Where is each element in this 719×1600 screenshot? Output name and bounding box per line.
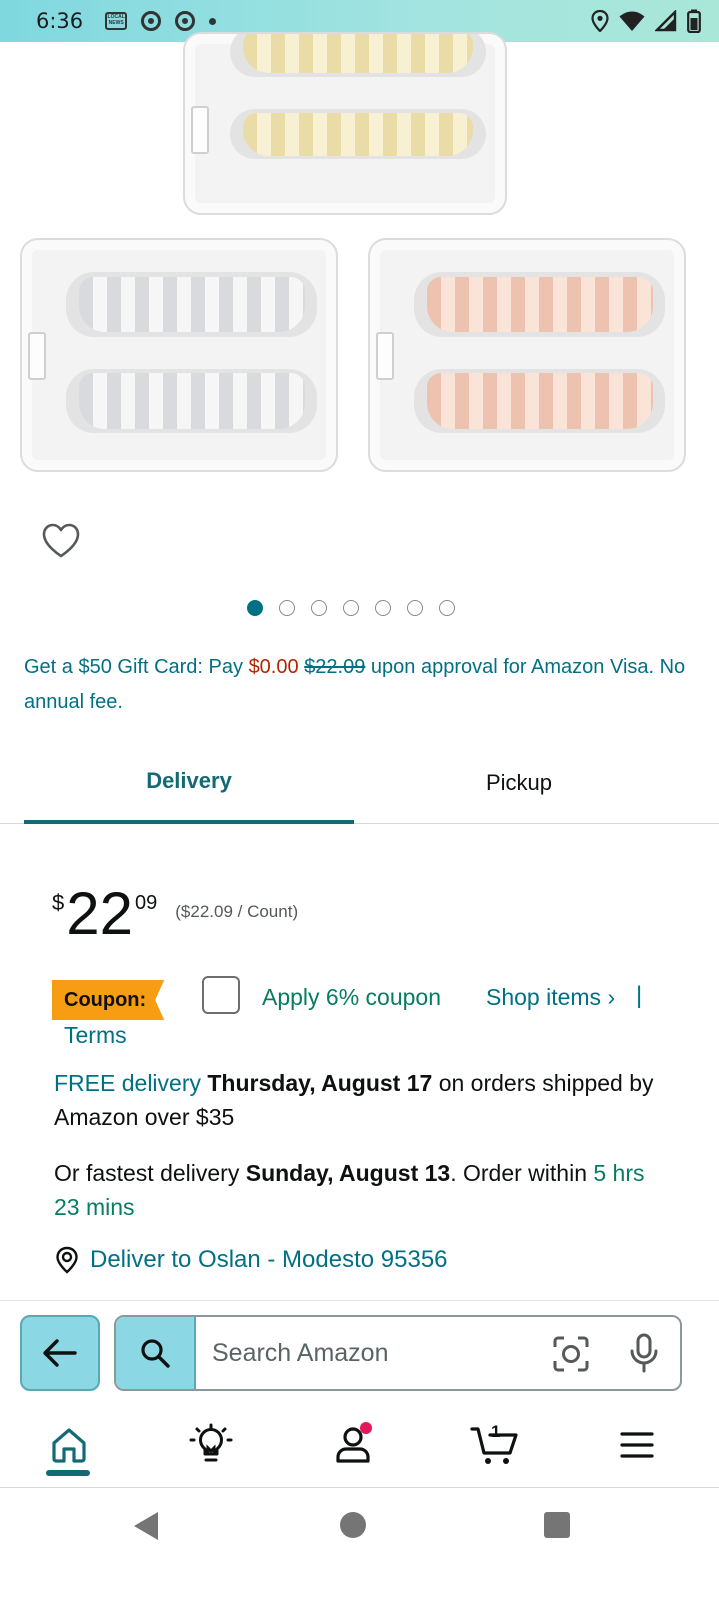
gift-card-promo-link[interactable]: Get a $50 Gift Card: Pay $0.00 $22.09 up…: [24, 650, 704, 720]
status-time: 6:36: [36, 9, 84, 33]
promo-new-price: $0.00: [248, 656, 299, 678]
nav-home-active-indicator: [46, 1470, 90, 1476]
fastest-delivery-mid: . Order within: [450, 1160, 594, 1186]
promo-prefix: Get a $50 Gift Card: Pay: [24, 656, 249, 678]
carousel-dot-5[interactable]: [375, 600, 391, 616]
wifi-icon: [619, 11, 645, 31]
tab-pickup[interactable]: Pickup: [354, 742, 684, 824]
deliver-to-address-link[interactable]: Deliver to Oslan - Modesto 95356: [54, 1246, 448, 1274]
arrow-left-icon: [43, 1339, 77, 1367]
tab-delivery[interactable]: Delivery: [24, 742, 354, 824]
cart-count: 1: [491, 1422, 501, 1441]
system-home-button[interactable]: [340, 1512, 366, 1538]
price-whole: 22: [66, 880, 133, 947]
chrome-icon-2: [175, 11, 196, 31]
system-back-button[interactable]: [134, 1512, 158, 1540]
search-toolbar: [0, 1300, 719, 1406]
carousel-pagination: [247, 600, 455, 616]
nav-home-button[interactable]: [44, 1420, 94, 1470]
coupon-separator: |: [636, 982, 643, 1009]
deliver-to-text: Deliver to Oslan - Modesto 95356: [90, 1246, 448, 1273]
carousel-dot-6[interactable]: [407, 600, 423, 616]
notification-badge: [360, 1422, 372, 1434]
carousel-dot-3[interactable]: [311, 600, 327, 616]
news-app-icon: LOCAL NEWS: [105, 12, 128, 30]
price-per-unit: ($22.09 / Count): [175, 902, 299, 921]
product-image-carousel[interactable]: [0, 32, 719, 492]
fastest-delivery-prefix: Or fastest delivery: [54, 1160, 246, 1186]
location-pin-icon: [56, 1246, 78, 1274]
coupon-terms-link[interactable]: Terms: [64, 1022, 127, 1049]
search-input[interactable]: [212, 1317, 532, 1389]
location-icon: [591, 10, 609, 32]
visual-search-button[interactable]: [552, 1335, 590, 1373]
home-icon: [52, 1428, 86, 1463]
search-box: [114, 1315, 682, 1391]
add-to-list-heart-button[interactable]: [40, 520, 82, 562]
apply-coupon-checkbox[interactable]: [202, 976, 240, 1014]
product-image-silver-grillz: [20, 238, 338, 472]
fastest-delivery-info: Or fastest delivery Sunday, August 13. O…: [54, 1156, 674, 1224]
system-recents-button[interactable]: [544, 1512, 570, 1538]
heart-icon: [42, 523, 80, 558]
chrome-icon: [141, 11, 162, 31]
promo-old-price: $22.09: [304, 656, 366, 678]
bottom-navigation: 1: [0, 1406, 719, 1488]
back-button[interactable]: [20, 1315, 100, 1391]
product-image-rosegold-grillz: [368, 238, 686, 472]
hamburger-menu-icon: [620, 1432, 654, 1458]
free-delivery-link[interactable]: FREE delivery: [54, 1070, 201, 1096]
shop-items-link[interactable]: Shop items ›: [486, 984, 615, 1011]
coupon-badge: Coupon:: [52, 980, 165, 1020]
price-fraction: 09: [135, 892, 158, 914]
battery-icon: [687, 9, 701, 33]
carousel-dot-1[interactable]: [247, 600, 263, 616]
microphone-icon: [630, 1333, 658, 1373]
search-icon: [141, 1339, 170, 1368]
apply-coupon-label[interactable]: Apply 6% coupon: [262, 984, 441, 1011]
nav-menu-button[interactable]: [612, 1420, 662, 1470]
lightbulb-icon: [189, 1423, 233, 1462]
nav-inspire-button[interactable]: [186, 1420, 236, 1470]
fastest-delivery-date: Sunday, August 13: [245, 1160, 451, 1186]
fulfillment-tabs: Delivery Pickup: [0, 742, 719, 824]
nav-account-button[interactable]: [328, 1420, 378, 1470]
voice-search-button[interactable]: [628, 1333, 660, 1373]
product-image-gold-grillz: [183, 32, 507, 215]
nav-cart-button[interactable]: 1: [470, 1420, 520, 1470]
signal-icon: [655, 10, 677, 32]
carousel-dot-2[interactable]: [279, 600, 295, 616]
carousel-dot-4[interactable]: [343, 600, 359, 616]
free-delivery-date: Thursday, August 17: [207, 1070, 433, 1096]
system-navigation-bar: [0, 1488, 719, 1600]
product-price: $ 22 09 ($22.09 / Count): [52, 882, 298, 946]
carousel-dot-7[interactable]: [439, 600, 455, 616]
free-delivery-info: FREE delivery Thursday, August 17 on ord…: [54, 1066, 674, 1134]
camera-scan-icon: [553, 1336, 589, 1372]
search-button[interactable]: [116, 1317, 196, 1389]
more-notifications-icon: [209, 17, 217, 25]
price-currency-symbol: $: [52, 890, 65, 915]
